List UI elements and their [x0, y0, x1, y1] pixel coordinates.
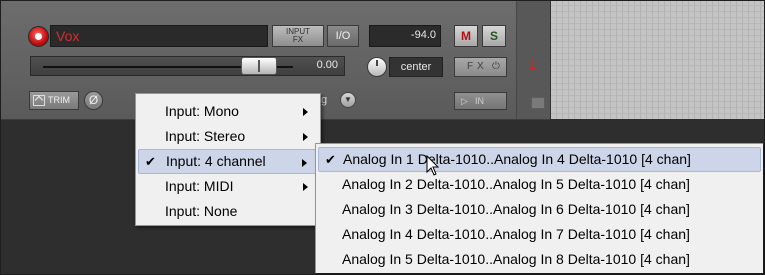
- checkmark-icon: ✔: [325, 152, 336, 167]
- submenu-item-analog-in-2-5[interactable]: Analog In 2 Delta-1010..Analog In 5 Delt…: [318, 172, 761, 197]
- track-name-field[interactable]: Vox: [50, 25, 268, 47]
- pan-value: center: [389, 57, 443, 77]
- dropdown-icon[interactable]: ▼: [340, 92, 356, 108]
- record-arm-dot: [35, 33, 42, 40]
- trim-envelope-icon: [33, 95, 45, 106]
- submenu-item-analog-in-3-6[interactable]: Analog In 3 Delta-1010..Analog In 6 Delt…: [318, 197, 761, 222]
- submenu-item-label: Analog In 4 Delta-1010..Analog In 7 Delt…: [342, 226, 690, 242]
- submenu-item-label: Analog In 1 Delta-1010..Analog In 4 Delt…: [343, 151, 691, 167]
- menu-item-input-none[interactable]: Input: None: [138, 199, 318, 224]
- input-play-icon: ▷: [461, 96, 468, 106]
- input-type-menu: Input: Mono Input: Stereo ✔ Input: 4 chan…: [135, 93, 321, 226]
- arrange-view-grid[interactable]: [551, 1, 764, 119]
- fx-x-label: X: [477, 61, 484, 72]
- fx-button-group[interactable]: F X ⏻: [454, 57, 507, 77]
- automation-mode-label: g: [321, 94, 328, 106]
- input-monitor-button[interactable]: ▷ IN: [454, 92, 507, 110]
- submenu-arrow-icon: [303, 133, 308, 141]
- folder-icon[interactable]: [531, 97, 545, 109]
- menu-item-input-stereo[interactable]: Input: Stereo: [138, 124, 318, 149]
- submenu-arrow-icon: [303, 108, 308, 116]
- menu-item-label: Input: None: [165, 203, 238, 219]
- submenu-item-analog-in-5-8[interactable]: Analog In 5 Delta-1010..Analog In 8 Delt…: [318, 247, 761, 272]
- track-number: 1: [529, 56, 537, 72]
- input-channel-submenu: ✔ Analog In 1 Delta-1010..Analog In 4 Del…: [315, 143, 763, 273]
- menu-item-input-4-channel[interactable]: ✔ Input: 4 channel: [138, 149, 318, 174]
- menu-item-input-mono[interactable]: Input: Mono: [138, 99, 318, 124]
- submenu-item-analog-in-4-7[interactable]: Analog In 4 Delta-1010..Analog In 7 Delt…: [318, 222, 761, 247]
- menu-item-label: Input: Mono: [165, 103, 239, 119]
- input-fx-bottom-label: FX: [292, 35, 304, 44]
- menu-item-label: Input: Stereo: [165, 128, 246, 144]
- track-number-panel: 1: [516, 1, 551, 119]
- submenu-item-label: Analog In 3 Delta-1010..Analog In 6 Delt…: [342, 201, 690, 217]
- pan-knob[interactable]: [367, 57, 387, 77]
- volume-fader-handle[interactable]: [241, 57, 277, 75]
- submenu-item-label: Analog In 5 Delta-1010..Analog In 8 Delt…: [342, 251, 690, 267]
- track-name: Vox: [56, 28, 80, 44]
- trim-automation-button[interactable]: TRIM: [29, 91, 79, 110]
- volume-value: 0.00: [316, 59, 338, 71]
- fx-power-icon[interactable]: ⏻: [492, 61, 500, 72]
- submenu-item-analog-in-1-4[interactable]: ✔ Analog In 1 Delta-1010..Analog In 4 Del…: [318, 147, 761, 172]
- checkmark-icon: ✔: [145, 154, 156, 169]
- mouse-cursor-icon: [426, 155, 440, 176]
- submenu-arrow-icon: [303, 183, 308, 191]
- trim-label: TRIM: [48, 95, 70, 105]
- input-button-label: IN: [475, 96, 484, 106]
- submenu-item-label: Analog In 2 Delta-1010..Analog In 5 Delt…: [342, 176, 690, 192]
- solo-button[interactable]: S: [482, 25, 506, 47]
- volume-fader[interactable]: 0.00: [30, 56, 345, 76]
- fx-f-label: F: [467, 61, 474, 72]
- mute-button[interactable]: M: [454, 25, 478, 47]
- menu-item-label: Input: MIDI: [165, 178, 234, 194]
- menu-item-input-midi[interactable]: Input: MIDI: [138, 174, 318, 199]
- menu-item-label: Input: 4 channel: [166, 153, 266, 169]
- phase-invert-icon[interactable]: Ø: [84, 91, 103, 110]
- peak-value: -94.0: [410, 29, 436, 41]
- submenu-arrow-icon: [302, 159, 307, 167]
- peak-meter: -94.0: [369, 25, 441, 47]
- record-arm-icon[interactable]: [28, 26, 49, 47]
- input-fx-button[interactable]: INPUT FX: [272, 25, 324, 47]
- io-button[interactable]: I/O: [327, 25, 359, 47]
